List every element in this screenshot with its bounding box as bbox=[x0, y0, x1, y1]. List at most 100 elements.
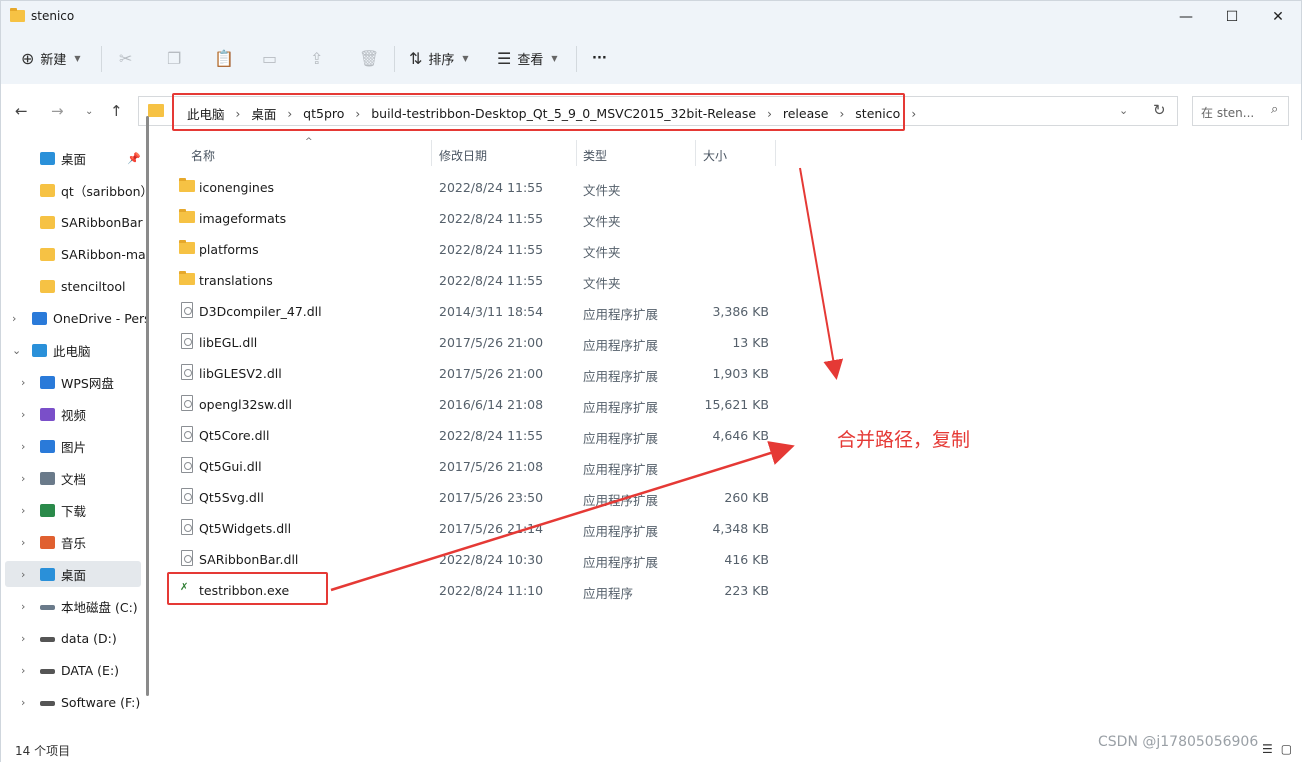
sidebar-item[interactable]: › 下载 bbox=[1, 497, 146, 523]
close-button[interactable]: ✕ bbox=[1255, 1, 1301, 33]
address-highlight-box bbox=[172, 93, 905, 131]
maximize-button[interactable]: ☐ bbox=[1209, 1, 1255, 33]
chevron-right-icon[interactable]: › bbox=[21, 632, 25, 645]
address-history-chevron-icon[interactable]: ⌄ bbox=[1119, 104, 1128, 117]
sidebar-item[interactable]: qt（saribbon） bbox=[1, 177, 146, 203]
sidebar-item[interactable]: stenciltool bbox=[1, 273, 146, 299]
minimize-button[interactable]: — bbox=[1163, 1, 1209, 33]
sidebar-item[interactable]: › WPS网盘 bbox=[1, 369, 146, 395]
chevron-right-icon[interactable]: › bbox=[21, 376, 25, 389]
file-row[interactable]: translations 2022/8/24 11:55 文件夹 bbox=[160, 265, 780, 296]
new-button[interactable]: ⊕ 新建 ▼ bbox=[21, 44, 81, 72]
file-row[interactable]: D3Dcompiler_47.dll 2014/3/11 18:54 应用程序扩展 3… bbox=[160, 296, 780, 327]
sidebar-item[interactable]: › Software (F:) bbox=[1, 689, 146, 715]
copy-button[interactable]: ❐ bbox=[167, 44, 181, 72]
file-row[interactable]: Qt5Widgets.dll 2017/5/26 21:14 应用程序扩展 4,348… bbox=[160, 513, 780, 544]
share-button[interactable]: ⇪ bbox=[310, 44, 323, 72]
sidebar-item[interactable]: SARibbonBar bbox=[1, 209, 146, 235]
file-row[interactable]: Qt5Svg.dll 2017/5/26 23:50 应用程序扩展 260 KB bbox=[160, 482, 780, 513]
column-header-size[interactable]: 大小 bbox=[703, 147, 727, 164]
search-icon: ⌕ bbox=[1271, 102, 1279, 117]
view-button[interactable]: ☰ 查看 ▼ bbox=[497, 44, 558, 72]
up-arrow-icon[interactable]: ↑ bbox=[110, 102, 123, 120]
file-row[interactable]: Qt5Gui.dll 2017/5/26 21:08 应用程序扩展 bbox=[160, 451, 780, 482]
item-count: 14 个项目 bbox=[15, 744, 71, 758]
sidebar-item[interactable]: SARibbon-ma bbox=[1, 241, 146, 267]
file-name: imageformats bbox=[199, 211, 287, 226]
folder-icon bbox=[148, 104, 164, 117]
sidebar-item[interactable]: › 音乐 bbox=[1, 529, 146, 555]
column-header-type[interactable]: 类型 bbox=[583, 147, 607, 164]
view-toggle: ☰ ▢ bbox=[1262, 742, 1292, 756]
chevron-right-icon[interactable]: › bbox=[21, 472, 25, 485]
sidebar-item[interactable]: 桌面 📌 bbox=[1, 145, 146, 171]
sidebar-item[interactable]: › 视频 bbox=[1, 401, 146, 427]
sidebar-item[interactable]: › DATA (E:) bbox=[1, 657, 146, 683]
column-divider[interactable] bbox=[775, 140, 776, 166]
sidebar-scrollbar[interactable] bbox=[146, 116, 149, 696]
details-view-icon[interactable]: ☰ bbox=[1262, 742, 1273, 756]
column-divider[interactable] bbox=[431, 140, 432, 166]
file-row[interactable]: libEGL.dll 2017/5/26 21:00 应用程序扩展 13 KB bbox=[160, 327, 780, 358]
chevron-right-icon[interactable]: › bbox=[21, 600, 25, 613]
back-arrow-icon[interactable]: ← bbox=[15, 102, 28, 120]
title-bar: stenico — ☐ ✕ bbox=[0, 0, 1302, 32]
more-options-button[interactable]: ··· bbox=[592, 44, 607, 72]
search-input[interactable]: 在 sten... ⌕ bbox=[1192, 96, 1289, 126]
sidebar-item[interactable]: ⌄ 此电脑 bbox=[1, 337, 146, 363]
file-row[interactable]: platforms 2022/8/24 11:55 文件夹 bbox=[160, 234, 780, 265]
sidebar-item[interactable]: › data (D:) bbox=[1, 625, 146, 651]
file-type: 应用程序扩展 bbox=[583, 338, 659, 353]
column-divider[interactable] bbox=[695, 140, 696, 166]
pin-icon: 📌 bbox=[127, 151, 141, 165]
file-name: D3Dcompiler_47.dll bbox=[199, 304, 322, 319]
delete-button[interactable]: 🗑 bbox=[359, 44, 379, 72]
sidebar-item-label: 本地磁盘 (C:) bbox=[61, 599, 138, 615]
file-row[interactable]: Qt5Core.dll 2022/8/24 11:55 应用程序扩展 4,646 KB bbox=[160, 420, 780, 451]
folder-icon bbox=[179, 240, 195, 254]
sidebar-item[interactable]: › 桌面 bbox=[5, 561, 141, 587]
download-icon bbox=[40, 503, 55, 517]
navigation-pane: 桌面 📌 qt（saribbon） SARibbonBar SARibbon-ma ste… bbox=[0, 140, 156, 740]
chevron-right-icon[interactable]: › bbox=[21, 664, 25, 677]
sidebar-item[interactable]: › 文档 bbox=[1, 465, 146, 491]
chevron-down-icon[interactable]: ⌄ bbox=[12, 344, 21, 357]
chevron-right-icon[interactable]: › bbox=[21, 504, 25, 517]
window-title: stenico bbox=[31, 9, 75, 23]
recent-locations-chevron-icon[interactable]: ⌄ bbox=[85, 106, 93, 117]
file-date: 2014/3/11 18:54 bbox=[439, 304, 544, 319]
file-size: 4,348 KB bbox=[712, 521, 769, 536]
refresh-icon[interactable]: ↻ bbox=[1153, 101, 1166, 119]
chevron-right-icon[interactable]: › bbox=[21, 696, 25, 709]
file-row[interactable]: SARibbonBar.dll 2022/8/24 10:30 应用程序扩展 416 … bbox=[160, 544, 780, 575]
forward-arrow-icon[interactable]: → bbox=[51, 102, 64, 120]
cloud-icon bbox=[40, 375, 55, 389]
chevron-right-icon[interactable]: › bbox=[12, 312, 16, 325]
cut-button[interactable]: ✂ bbox=[119, 44, 132, 72]
file-date: 2017/5/26 21:08 bbox=[439, 459, 544, 474]
folder-icon bbox=[10, 8, 25, 22]
file-type: 应用程序扩展 bbox=[583, 400, 659, 415]
column-header-name[interactable]: 名称 bbox=[191, 147, 215, 164]
sidebar-item[interactable]: › 图片 bbox=[1, 433, 146, 459]
chevron-right-icon[interactable]: › bbox=[21, 568, 25, 581]
file-row[interactable]: opengl32sw.dll 2016/6/14 21:08 应用程序扩展 15,62… bbox=[160, 389, 780, 420]
chevron-right-icon[interactable]: › bbox=[911, 107, 916, 121]
column-header-date[interactable]: 修改日期 bbox=[439, 147, 487, 164]
file-row[interactable]: iconengines 2022/8/24 11:55 文件夹 bbox=[160, 172, 780, 203]
file-name: SARibbonBar.dll bbox=[199, 552, 299, 567]
file-row[interactable]: imageformats 2022/8/24 11:55 文件夹 bbox=[160, 203, 780, 234]
sort-button[interactable]: ⇅ 排序 ▼ bbox=[409, 44, 469, 72]
file-row[interactable]: libGLESV2.dll 2017/5/26 21:00 应用程序扩展 1,903 … bbox=[160, 358, 780, 389]
drive-icon bbox=[40, 701, 55, 706]
chevron-right-icon[interactable]: › bbox=[21, 440, 25, 453]
chevron-right-icon[interactable]: › bbox=[21, 408, 25, 421]
column-divider[interactable] bbox=[576, 140, 577, 166]
rename-button[interactable]: ▭ bbox=[262, 44, 277, 72]
folder-icon bbox=[40, 247, 55, 261]
sidebar-item[interactable]: › OneDrive - Pers bbox=[1, 305, 146, 331]
chevron-right-icon[interactable]: › bbox=[21, 536, 25, 549]
paste-button[interactable]: 📋 bbox=[214, 44, 234, 72]
sidebar-item[interactable]: › 本地磁盘 (C:) bbox=[1, 593, 146, 619]
tiles-view-icon[interactable]: ▢ bbox=[1281, 742, 1292, 756]
